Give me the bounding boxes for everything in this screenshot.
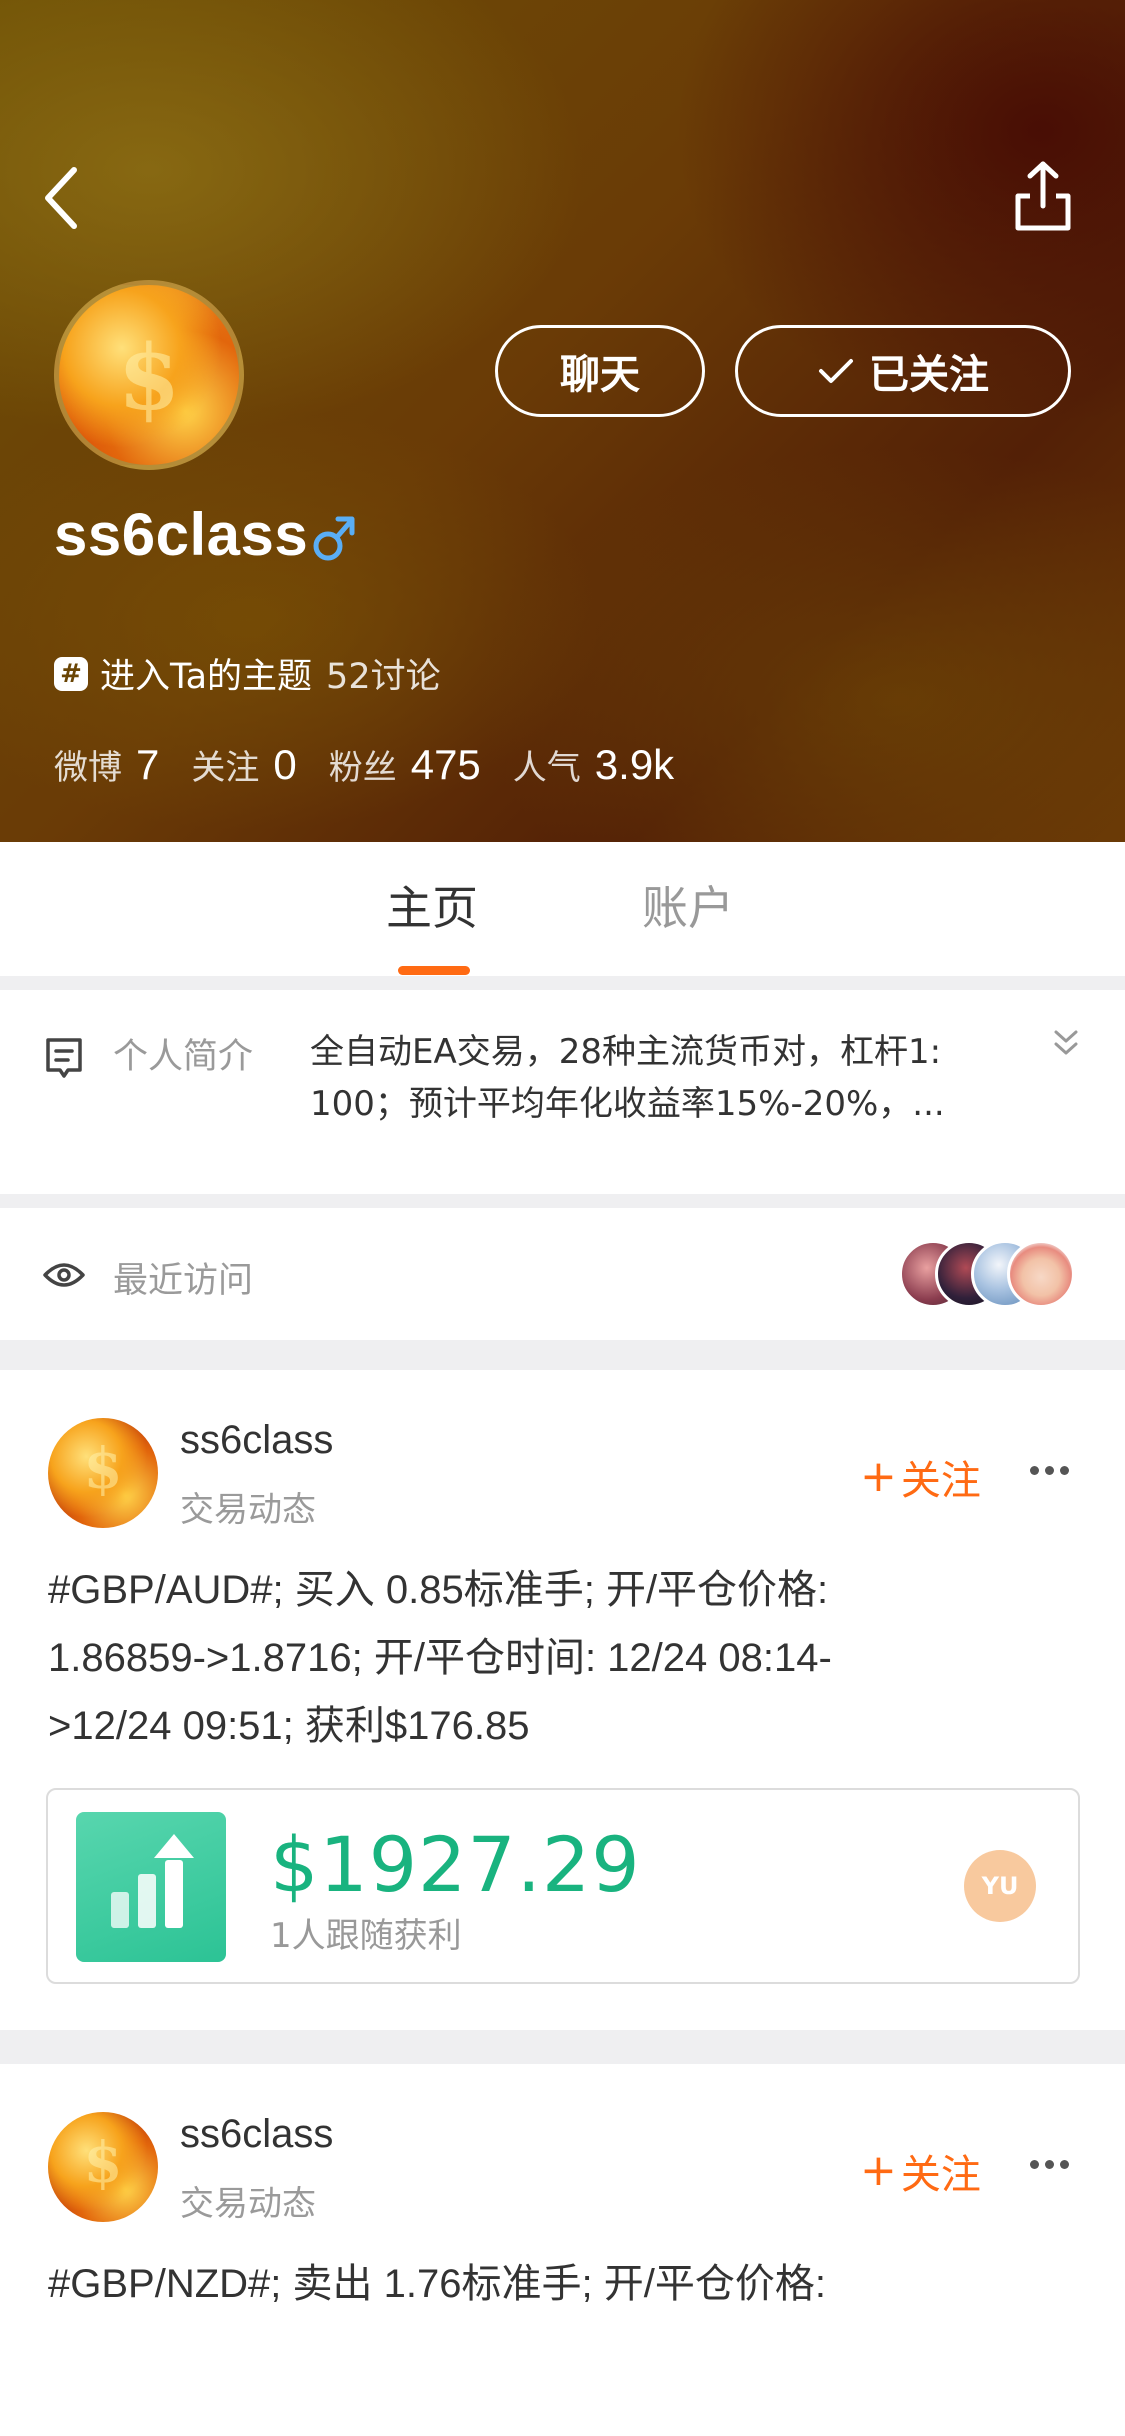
stat-label: 微博: [54, 748, 122, 788]
profit-label: 1人跟随获利: [270, 1916, 462, 1956]
bio-icon: [46, 1038, 82, 1078]
checkmark-icon: [817, 356, 855, 386]
share-icon: [1015, 161, 1071, 231]
stat-posts[interactable]: 微博 7: [54, 740, 159, 789]
expand-chevron-icon[interactable]: [1046, 1024, 1086, 1064]
stat-value: 7: [136, 741, 160, 788]
feed-post[interactable]: $ ss6class 交易动态 + 关注 #GBP/NZD#; 卖出 1.76标…: [0, 2064, 1125, 2436]
male-symbol-icon: [313, 516, 355, 561]
topic-label: 进入Ta的主题: [100, 657, 313, 697]
post-subtitle: 交易动态: [180, 1490, 316, 1530]
profile-username: ss6class: [54, 501, 309, 568]
post-text-line: >12/24 09:51; 获利$176.85: [48, 1704, 530, 1748]
post-avatar[interactable]: $: [48, 1418, 158, 1528]
chat-button-label: 聊天: [560, 352, 640, 398]
stat-following[interactable]: 关注 0: [191, 740, 296, 789]
post-text: #GBP/NZD#; 卖出 1.76标准手; 开/平仓价格:: [48, 2250, 1078, 2318]
share-button[interactable]: [1010, 158, 1076, 234]
stat-followers[interactable]: 粉丝 475: [329, 740, 481, 789]
hashtag-icon: #: [54, 656, 88, 691]
chat-button[interactable]: 聊天: [495, 325, 705, 417]
post-text-line: #GBP/AUD#; 买入 0.85标准手; 开/平仓价格:: [48, 1568, 829, 1612]
more-options-icon[interactable]: [1030, 1466, 1070, 1480]
intro-text: 全自动EA交易，28种主流货币对，杠杆1: 100；预计平均年化收益率15%-2…: [310, 1026, 990, 1130]
active-tab-indicator: [398, 966, 470, 975]
post-author[interactable]: ss6class: [180, 2112, 333, 2157]
intro-line: 100；预计平均年化收益率15%-20%，...: [310, 1084, 945, 1124]
avatar-glyph: $: [83, 1436, 123, 1502]
tab-account[interactable]: 账户: [642, 872, 734, 938]
profile-avatar[interactable]: $: [54, 280, 244, 470]
plus-icon: +: [860, 2145, 897, 2196]
tab-bar: 主页 账户: [0, 842, 1125, 976]
follower-avatar: YU: [964, 1850, 1036, 1922]
stat-value: 3.9k: [594, 741, 675, 788]
recent-visits-label: 最近访问: [113, 1261, 254, 1301]
post-author[interactable]: ss6class: [180, 1418, 333, 1463]
more-options-icon[interactable]: [1030, 2160, 1070, 2174]
profile-intro[interactable]: 个人简介 全自动EA交易，28种主流货币对，杠杆1: 100；预计平均年化收益率…: [0, 990, 1125, 1194]
profile-stats: 微博 7 关注 0 粉丝 475 人气 3.9k: [54, 740, 706, 789]
intro-label: 个人简介: [113, 1037, 254, 1077]
avatar-glyph: $: [117, 325, 181, 431]
stat-label: 粉丝: [328, 748, 397, 788]
stat-label: 关注: [191, 748, 260, 788]
back-button[interactable]: [36, 160, 92, 236]
post-text-line: 1.86859->1.8716; 开/平仓时间: 12/24 08:14-: [48, 1636, 832, 1680]
post-follow-button[interactable]: + 关注: [860, 2142, 981, 2200]
post-subtitle: 交易动态: [180, 2184, 316, 2224]
eye-icon: [43, 1263, 85, 1287]
stat-value: 0: [273, 741, 297, 788]
chevron-left-icon: [45, 167, 77, 229]
stat-popularity: 人气 3.9k: [513, 740, 674, 789]
copy-trade-profit-card[interactable]: $1927.29 1人跟随获利 YU: [46, 1788, 1080, 1984]
visitor-avatar: [1007, 1240, 1075, 1308]
profit-amount: $1927.29: [270, 1820, 641, 1909]
intro-line: 全自动EA交易，28种主流货币对，杠杆1:: [310, 1032, 942, 1072]
feed-post[interactable]: $ ss6class 交易动态 + 关注 #GBP/AUD#; 买入 0.85标…: [0, 1370, 1125, 2030]
following-button[interactable]: 已关注: [735, 325, 1071, 417]
topic-count: 52讨论: [326, 657, 441, 697]
plus-icon: +: [860, 1451, 897, 1502]
post-text-line: #GBP/NZD#; 卖出 1.76标准手; 开/平仓价格:: [48, 2262, 826, 2306]
profile-header: $ 聊天 已关注 ss6class # 进入Ta的主题 52讨论 微博 7 关注…: [0, 0, 1125, 842]
post-follow-label: 关注: [900, 2152, 981, 2198]
following-button-label: 已关注: [869, 352, 989, 398]
topic-link[interactable]: # 进入Ta的主题 52讨论: [54, 648, 441, 699]
post-text: #GBP/AUD#; 买入 0.85标准手; 开/平仓价格: 1.86859->…: [48, 1556, 1078, 1760]
recent-visits[interactable]: 最近访问: [0, 1208, 1125, 1340]
post-follow-button[interactable]: + 关注: [860, 1448, 981, 1506]
post-follow-label: 关注: [900, 1458, 981, 1504]
post-avatar[interactable]: $: [48, 2112, 158, 2222]
stat-label: 人气: [512, 748, 581, 788]
avatar-glyph: $: [83, 2130, 123, 2196]
tab-home[interactable]: 主页: [386, 872, 478, 938]
bar-chart-icon: [76, 1812, 226, 1962]
stat-value: 475: [410, 741, 481, 788]
